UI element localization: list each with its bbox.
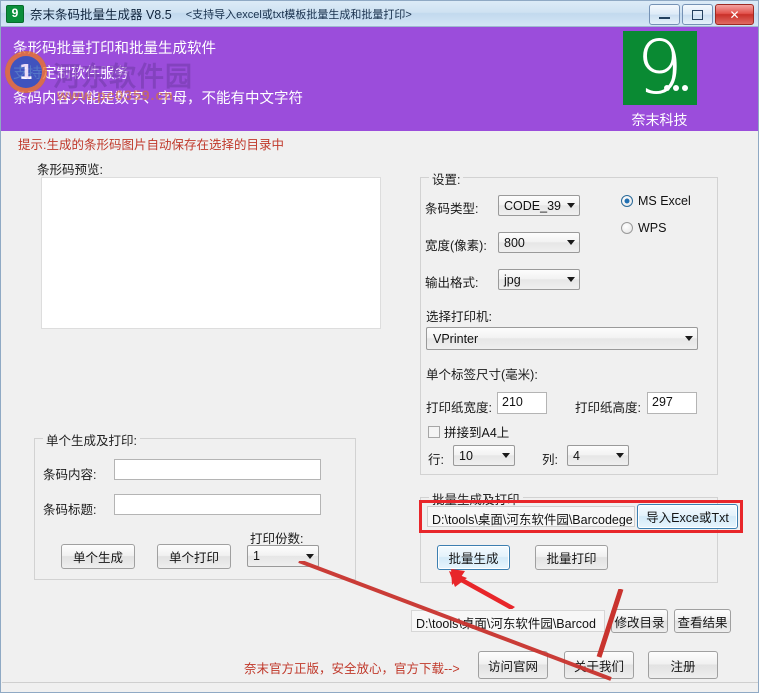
printer-value: VPrinter bbox=[433, 331, 479, 346]
brand-logo-mark: 9 bbox=[622, 27, 697, 111]
window-title: 奈末条码批量生成器 V8.5 bbox=[30, 8, 172, 22]
settings-legend: 设置: bbox=[429, 169, 464, 188]
footer-note: 奈末官方正版，安全放心，官方下载--> bbox=[244, 662, 460, 676]
register-button[interactable]: 注册 bbox=[648, 651, 718, 679]
checkbox-icon bbox=[428, 425, 440, 438]
chevron-down-icon bbox=[563, 196, 579, 215]
chevron-down-icon bbox=[302, 546, 318, 566]
width-select[interactable]: 800 bbox=[498, 232, 580, 253]
chevron-down-icon bbox=[612, 446, 628, 465]
chevron-down-icon bbox=[498, 446, 514, 465]
view-result-button[interactable]: 查看结果 bbox=[674, 609, 731, 633]
barcode-title-label: 条码标题: bbox=[43, 503, 97, 517]
tip-bar: 提示:生成的条形码图片自动保存在选择的目录中 bbox=[2, 131, 758, 153]
print-copies-select[interactable]: 1 bbox=[247, 545, 319, 567]
status-bar bbox=[2, 682, 758, 692]
app-logo-icon: 9 bbox=[6, 4, 24, 23]
about-us-button[interactable]: 关于我们 bbox=[564, 651, 634, 679]
window-controls: ✕ bbox=[649, 4, 754, 25]
single-generate-button[interactable]: 单个生成 bbox=[61, 544, 135, 569]
tile-to-a4-label: 拼接到A4上 bbox=[444, 426, 510, 440]
brand-logo-digit: 9 bbox=[635, 27, 684, 111]
barcode-preview-panel bbox=[41, 177, 381, 329]
cols-select[interactable]: 4 bbox=[567, 445, 629, 466]
single-generate-legend: 单个生成及打印: bbox=[43, 430, 140, 449]
paper-height-label: 打印纸高度: bbox=[575, 401, 641, 415]
window-subtitle: <支持导入excel或txt模板批量生成和批量打印> bbox=[185, 8, 412, 21]
banner-line-2: 支持定制软件服务 bbox=[13, 66, 129, 82]
rows-label: 行: bbox=[428, 453, 444, 467]
printer-select[interactable]: VPrinter bbox=[426, 327, 698, 350]
barcode-title-input[interactable] bbox=[114, 494, 321, 515]
radio-dot-icon bbox=[621, 222, 633, 234]
chevron-down-icon bbox=[681, 328, 697, 349]
cols-value: 4 bbox=[573, 448, 580, 463]
barcode-type-label: 条码类型: bbox=[425, 202, 479, 216]
change-directory-button[interactable]: 修改目录 bbox=[611, 609, 668, 633]
minimize-button[interactable] bbox=[649, 4, 680, 25]
promo-banner: 条形码批量打印和批量生成软件 支持定制软件服务 条码内容只能是数字、字母，不能有… bbox=[1, 27, 758, 131]
import-excel-or-txt-button[interactable]: 导入Exce或Txt bbox=[637, 504, 738, 529]
visit-website-button[interactable]: 访问官网 bbox=[478, 651, 548, 679]
maximize-button[interactable] bbox=[682, 4, 713, 25]
cols-label: 列: bbox=[542, 453, 558, 467]
application-window: 9 奈末条码批量生成器 V8.5 <支持导入excel或txt模板批量生成和批量… bbox=[0, 0, 759, 693]
office-option-ms-excel-label: MS Excel bbox=[638, 194, 691, 208]
rows-value: 10 bbox=[459, 448, 473, 463]
preview-legend: 条形码预览: bbox=[37, 163, 103, 177]
paper-height-input[interactable]: 297 bbox=[647, 392, 697, 414]
single-print-button[interactable]: 单个打印 bbox=[157, 544, 231, 569]
banner-line-1: 条形码批量打印和批量生成软件 bbox=[13, 41, 216, 57]
width-label: 宽度(像素): bbox=[425, 239, 487, 253]
barcode-type-value: CODE_39 bbox=[504, 198, 561, 213]
output-format-select[interactable]: jpg bbox=[498, 269, 580, 290]
barcode-content-label: 条码内容: bbox=[43, 468, 97, 482]
close-button[interactable]: ✕ bbox=[715, 4, 754, 25]
output-path-input[interactable]: D:\tools\桌面\河东软件园\Barcod bbox=[411, 610, 605, 632]
title-bar: 9 奈末条码批量生成器 V8.5 <支持导入excel或txt模板批量生成和批量… bbox=[1, 1, 758, 27]
office-option-wps[interactable]: WPS bbox=[621, 221, 666, 235]
paper-width-label: 打印纸宽度: bbox=[426, 401, 492, 415]
label-size-label: 单个标签尺寸(毫米): bbox=[426, 368, 538, 382]
barcode-content-input[interactable] bbox=[114, 459, 321, 480]
batch-generate-button[interactable]: 批量生成 bbox=[437, 545, 510, 570]
banner-text: 条形码批量打印和批量生成软件 支持定制软件服务 条码内容只能是数字、字母，不能有… bbox=[13, 37, 303, 112]
batch-print-button[interactable]: 批量打印 bbox=[535, 545, 608, 570]
printer-label: 选择打印机: bbox=[426, 310, 492, 324]
brand-logo: 9 奈末科技 bbox=[622, 27, 697, 130]
office-option-wps-label: WPS bbox=[638, 221, 667, 235]
chevron-down-icon bbox=[563, 270, 579, 289]
radio-dot-icon bbox=[621, 195, 633, 207]
tile-to-a4-checkbox[interactable]: 拼接到A4上 bbox=[428, 422, 509, 441]
rows-select[interactable]: 10 bbox=[453, 445, 515, 466]
output-format-value: jpg bbox=[504, 272, 521, 287]
brand-logo-caption: 奈末科技 bbox=[631, 112, 688, 128]
tip-text: 提示:生成的条形码图片自动保存在选择的目录中 bbox=[18, 138, 284, 152]
print-copies-value: 1 bbox=[253, 549, 260, 563]
output-format-label: 输出格式: bbox=[425, 276, 479, 290]
width-value: 800 bbox=[504, 235, 525, 250]
maximize-icon bbox=[692, 9, 703, 20]
paper-width-input[interactable]: 210 bbox=[497, 392, 547, 414]
minimize-icon bbox=[659, 17, 670, 19]
barcode-type-select[interactable]: CODE_39 bbox=[498, 195, 580, 216]
brand-logo-dots-icon bbox=[663, 85, 688, 91]
banner-line-3: 条码内容只能是数字、字母，不能有中文字符 bbox=[13, 91, 303, 107]
batch-source-path-input[interactable]: D:\tools\桌面\河东软件园\Barcodege bbox=[427, 506, 635, 527]
chevron-down-icon bbox=[563, 233, 579, 252]
office-option-ms-excel[interactable]: MS Excel bbox=[621, 194, 691, 208]
